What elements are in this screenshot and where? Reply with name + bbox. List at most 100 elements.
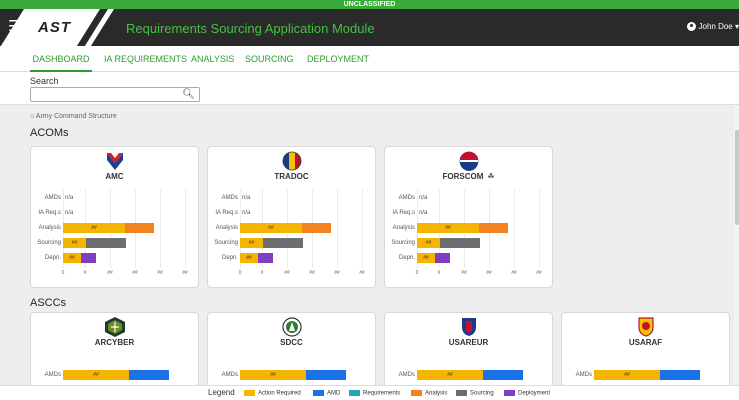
command-name[interactable]: USAREUR	[385, 338, 552, 347]
bar-action[interactable]: ##	[63, 238, 86, 248]
x-tick: ##	[182, 270, 188, 276]
usaraf-insignia-icon	[634, 317, 658, 337]
user-menu[interactable]: John Doe ▾	[686, 22, 739, 32]
tab-sourcing[interactable]: SOURCING	[245, 46, 294, 72]
x-tick: 0	[415, 270, 419, 276]
bar-action[interactable]: ##	[417, 370, 483, 380]
legend-item-requirements: Requirements	[349, 390, 400, 397]
x-tick: 0	[238, 270, 242, 276]
x-tick: #	[437, 270, 441, 276]
command-name[interactable]: FORSCOM ☘	[385, 172, 552, 181]
bar-sourcing[interactable]	[440, 238, 480, 248]
bar-action[interactable]: ##	[240, 238, 263, 248]
row-label: AMDs	[398, 372, 415, 378]
acoms-heading: ACOMs	[30, 127, 69, 139]
bar-analysis[interactable]	[125, 223, 154, 233]
bar-action[interactable]: ##	[63, 223, 125, 233]
bar-action[interactable]: ##	[417, 223, 479, 233]
x-tick: ##	[107, 270, 113, 276]
x-tick: ##	[536, 270, 542, 276]
na-value: n/a	[65, 195, 74, 201]
command-name-text: TRADOC	[274, 172, 309, 181]
command-name[interactable]: SDCC	[208, 338, 375, 347]
bar-action[interactable]: ##	[63, 253, 81, 263]
legend-item-analysis: Analysis	[411, 390, 447, 397]
breadcrumb: ⌂ Army Command Structure	[30, 113, 117, 120]
clover-icon: ☘	[487, 172, 495, 181]
legend-item-sourcing: Sourcing	[456, 390, 494, 397]
legend-item-deployment: Deployment	[504, 390, 550, 397]
na-value: n/a	[419, 195, 428, 201]
bar-action[interactable]: ##	[240, 223, 302, 233]
row-label: IA Req.s	[38, 210, 61, 216]
gridline	[362, 189, 363, 268]
search-input[interactable]	[31, 88, 181, 101]
usareur-insignia-icon	[457, 317, 481, 337]
x-tick: 0	[61, 270, 65, 276]
bar-amd[interactable]	[306, 370, 346, 380]
scrollbar-thumb[interactable]	[735, 130, 739, 225]
command-name-text: SDCC	[280, 338, 303, 347]
bar-amd[interactable]	[483, 370, 523, 380]
row-label: IA Req.s	[215, 210, 238, 216]
command-card-forscom[interactable]: FORSCOM ☘ AMDs n/a IA Req.s n/a Analysis ## Sour…	[384, 146, 553, 288]
command-card-arcyber[interactable]: ARCYBERAMDs##IA Req.s##	[30, 312, 199, 392]
tab-deployment[interactable]: DEPLOYMENT	[307, 46, 369, 72]
x-tick: ##	[284, 270, 290, 276]
command-card-sdcc[interactable]: SDCCAMDs##IA Req.s##	[207, 312, 376, 392]
command-name[interactable]: AMC	[31, 172, 198, 181]
bar-action[interactable]: ##	[63, 370, 129, 380]
gridline	[185, 189, 186, 268]
command-card-tradoc[interactable]: TRADOC AMDs n/a IA Req.s n/a Analysis ## Sourci…	[207, 146, 376, 288]
tab-ia-requirements[interactable]: IA REQUIREMENTS	[104, 46, 187, 72]
bar-sourcing[interactable]	[86, 238, 126, 248]
x-tick: ##	[511, 270, 517, 276]
breadcrumb-label[interactable]: Army Command Structure	[36, 113, 117, 120]
tab-dashboard[interactable]: DASHBOARD	[30, 46, 92, 72]
x-tick: ##	[132, 270, 138, 276]
row-label: Depn.	[398, 255, 415, 261]
command-name-text: USAREUR	[448, 338, 489, 347]
bar-action[interactable]: ##	[240, 253, 258, 263]
x-tick: ##	[359, 270, 365, 276]
bar-action[interactable]: ##	[240, 370, 306, 380]
sdcc-insignia-icon	[280, 317, 304, 337]
command-name-text: ARCYBER	[94, 338, 135, 347]
bar-action[interactable]: ##	[417, 238, 440, 248]
command-name[interactable]: TRADOC	[208, 172, 375, 181]
command-name[interactable]: USARAF	[562, 338, 729, 347]
x-tick: ##	[486, 270, 492, 276]
search-icon[interactable]: 🔍︎	[182, 89, 195, 100]
command-card-usaraf[interactable]: USARAFAMDs##IA Req.s##	[561, 312, 730, 392]
row-label: Depn.	[221, 255, 238, 261]
command-name[interactable]: ARCYBER	[31, 338, 198, 347]
forscom-insignia-icon	[457, 151, 481, 171]
bar-amd[interactable]	[129, 370, 169, 380]
bar-analysis[interactable]	[302, 223, 331, 233]
row-label: AMDs	[575, 372, 592, 378]
user-icon	[686, 22, 696, 32]
bar-action[interactable]: ##	[594, 370, 660, 380]
row-label: AMDs	[398, 195, 415, 201]
bar-deployment[interactable]	[258, 253, 273, 263]
row-label: Sourcing	[391, 240, 415, 246]
bar-action[interactable]: ##	[417, 253, 435, 263]
bar-sourcing[interactable]	[263, 238, 303, 248]
x-tick: ##	[334, 270, 340, 276]
bar-amd[interactable]	[660, 370, 700, 380]
app-header: ☰ AST Requirements Sourcing Application …	[0, 9, 739, 46]
gridline	[337, 189, 338, 268]
arcyber-insignia-icon	[103, 317, 127, 337]
command-card-usareur[interactable]: USAREURAMDs##IA Req.s##	[384, 312, 553, 392]
search-label: Search	[30, 76, 59, 86]
na-value: n/a	[242, 210, 251, 216]
tab-analysis[interactable]: ANALYSIS	[191, 46, 234, 72]
legend-swatch	[504, 390, 515, 396]
home-icon[interactable]: ⌂	[30, 113, 34, 120]
command-name-text: FORSCOM	[442, 172, 484, 181]
bar-analysis[interactable]	[479, 223, 508, 233]
command-card-amc[interactable]: AMC AMDs n/a IA Req.s n/a Analysis ## Sourcing #…	[30, 146, 199, 288]
bar-deployment[interactable]	[435, 253, 450, 263]
bar-deployment[interactable]	[81, 253, 96, 263]
row-label: Sourcing	[37, 240, 61, 246]
